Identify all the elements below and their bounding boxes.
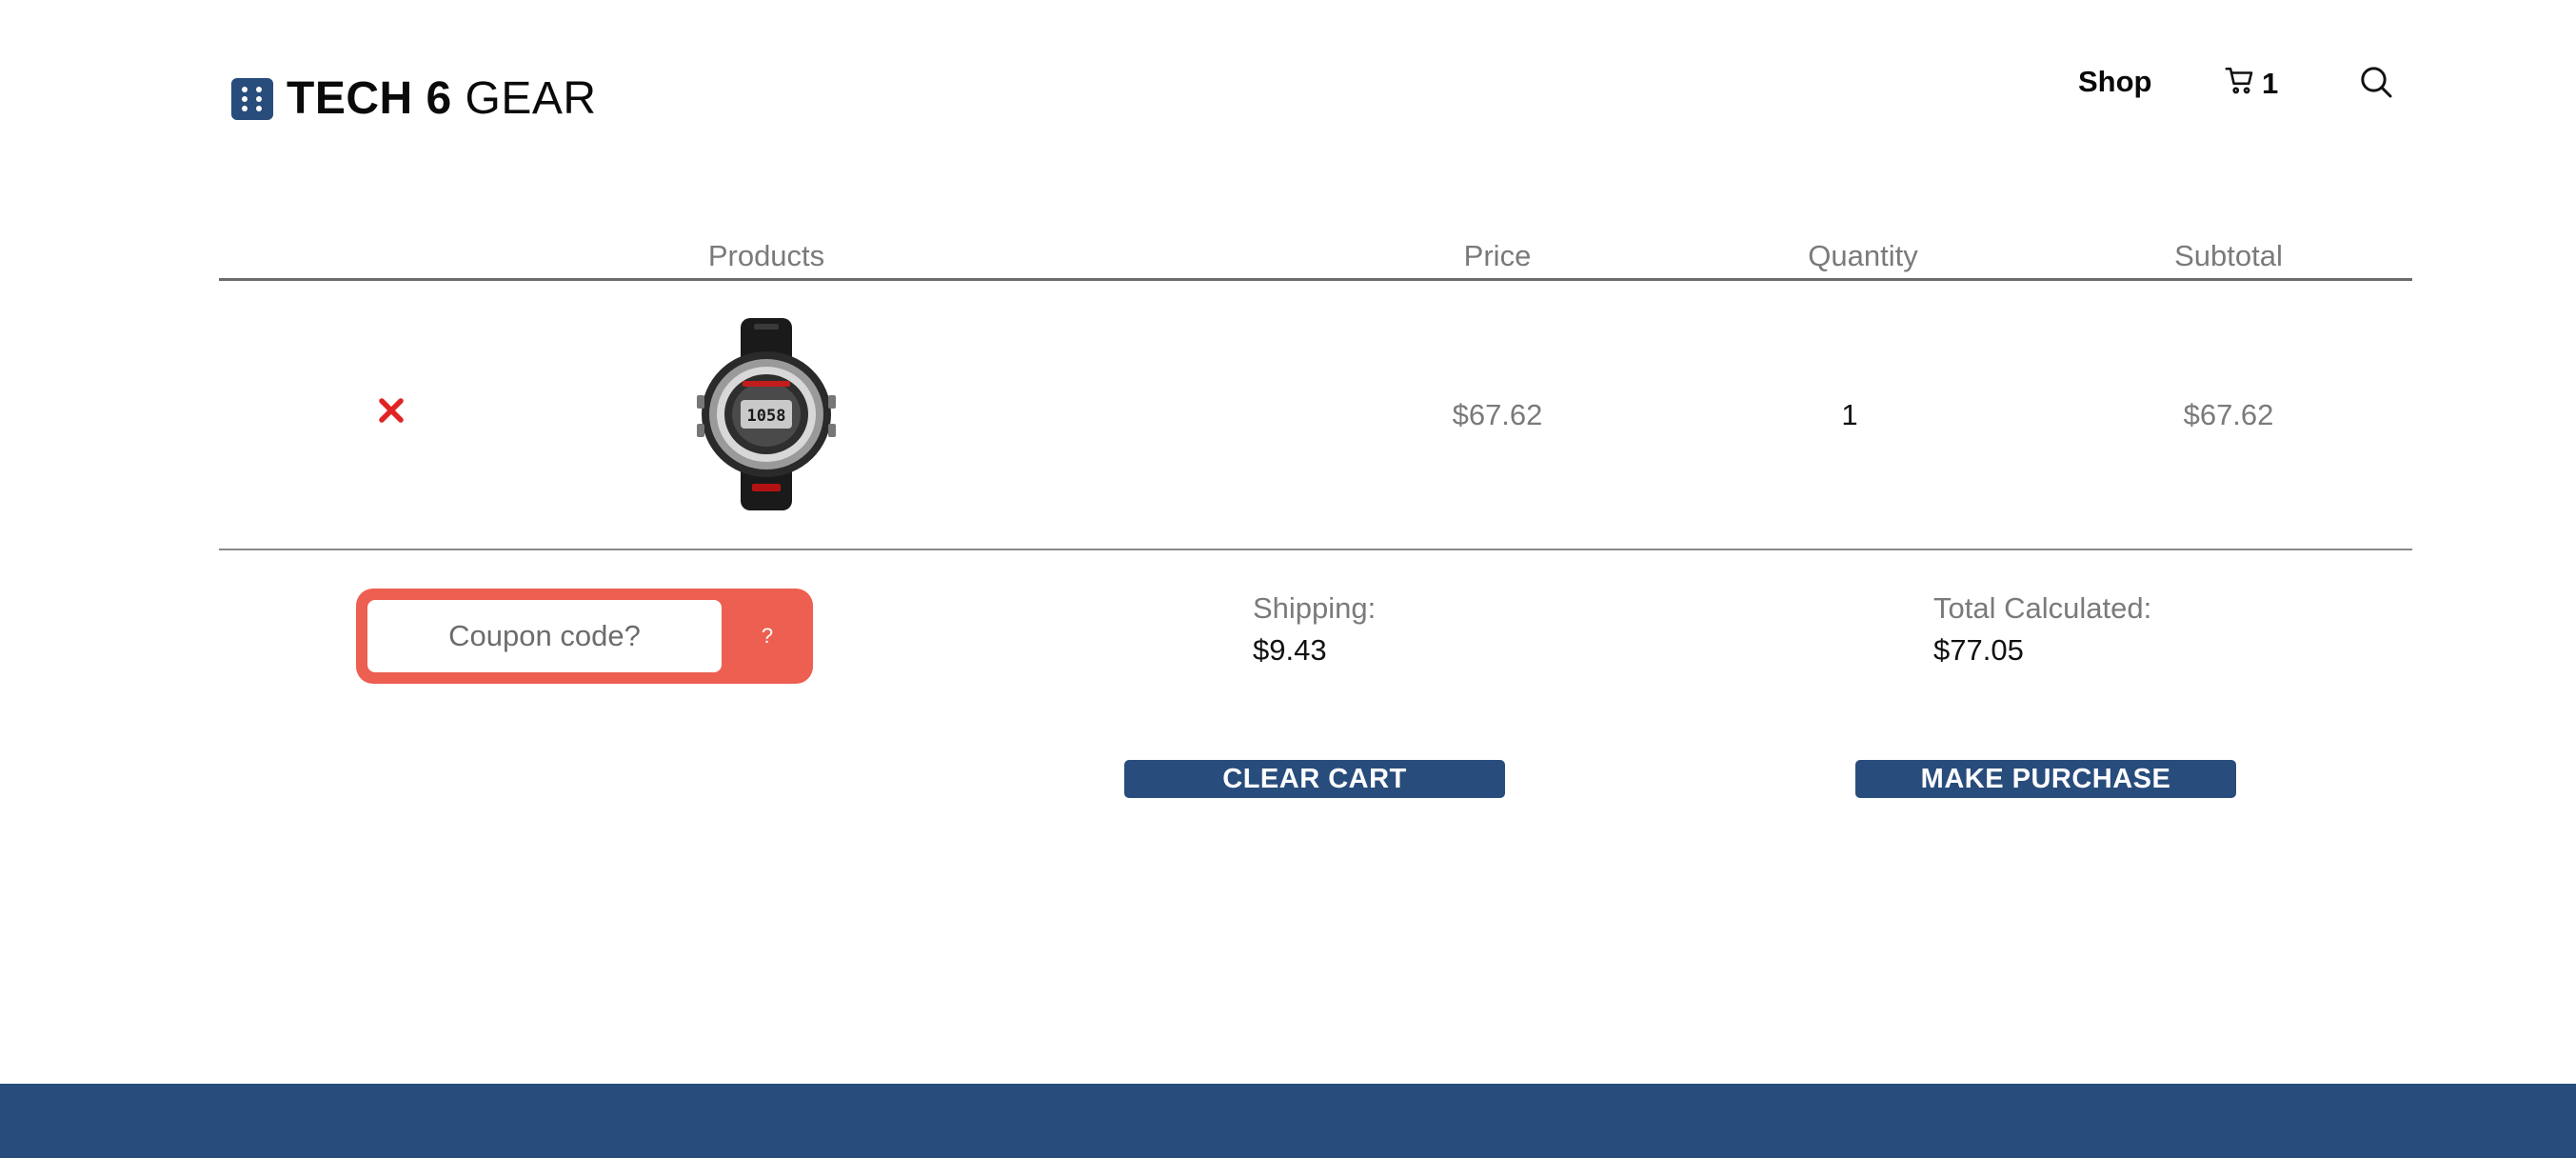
header-subtotal: Subtotal bbox=[2174, 239, 2283, 272]
coupon-input[interactable] bbox=[367, 600, 722, 672]
brand-logo[interactable]: TECH 6 GEAR bbox=[231, 74, 597, 124]
row-price: $67.62 bbox=[1452, 398, 1543, 431]
remove-item-button[interactable] bbox=[377, 396, 406, 425]
brand-name: TECH 6 GEAR bbox=[287, 74, 597, 124]
brand-name-light: GEAR bbox=[465, 73, 597, 124]
coupon-help-button[interactable]: ? bbox=[722, 589, 813, 684]
clear-cart-button[interactable]: CLEAR CART bbox=[1124, 760, 1505, 798]
row-divider bbox=[219, 549, 2412, 550]
total-label: Total Calculated: bbox=[1933, 591, 2152, 625]
header-divider bbox=[219, 278, 2412, 281]
row-subtotal: $67.62 bbox=[2183, 398, 2274, 431]
make-purchase-button[interactable]: MAKE PURCHASE bbox=[1855, 760, 2236, 798]
total-value: $77.05 bbox=[1933, 633, 2024, 667]
watch-icon: 1058 bbox=[697, 318, 836, 510]
shipping-label: Shipping: bbox=[1253, 591, 1377, 625]
header-quantity: Quantity bbox=[1808, 239, 1918, 272]
cart-count: 1 bbox=[2262, 67, 2279, 100]
nav-cart-button[interactable]: 1 bbox=[2224, 61, 2278, 101]
footer-bar bbox=[0, 1084, 2576, 1158]
logo-dots-icon bbox=[231, 78, 273, 120]
header-products: Products bbox=[707, 239, 825, 272]
cart-icon bbox=[2225, 67, 2253, 94]
shipping-value: $9.43 bbox=[1253, 633, 1327, 667]
coupon-box: ? bbox=[356, 589, 813, 684]
nav-shop-link[interactable]: Shop bbox=[2078, 65, 2152, 99]
product-image-watch[interactable]: 1058 bbox=[695, 314, 838, 514]
svg-text:1058: 1058 bbox=[747, 407, 786, 426]
close-icon bbox=[379, 398, 404, 423]
search-button[interactable] bbox=[2357, 63, 2395, 106]
search-icon bbox=[2361, 67, 2392, 98]
header-price: Price bbox=[1463, 239, 1532, 272]
row-quantity[interactable]: 1 bbox=[1841, 398, 1857, 432]
brand-name-bold: TECH 6 bbox=[287, 73, 452, 124]
